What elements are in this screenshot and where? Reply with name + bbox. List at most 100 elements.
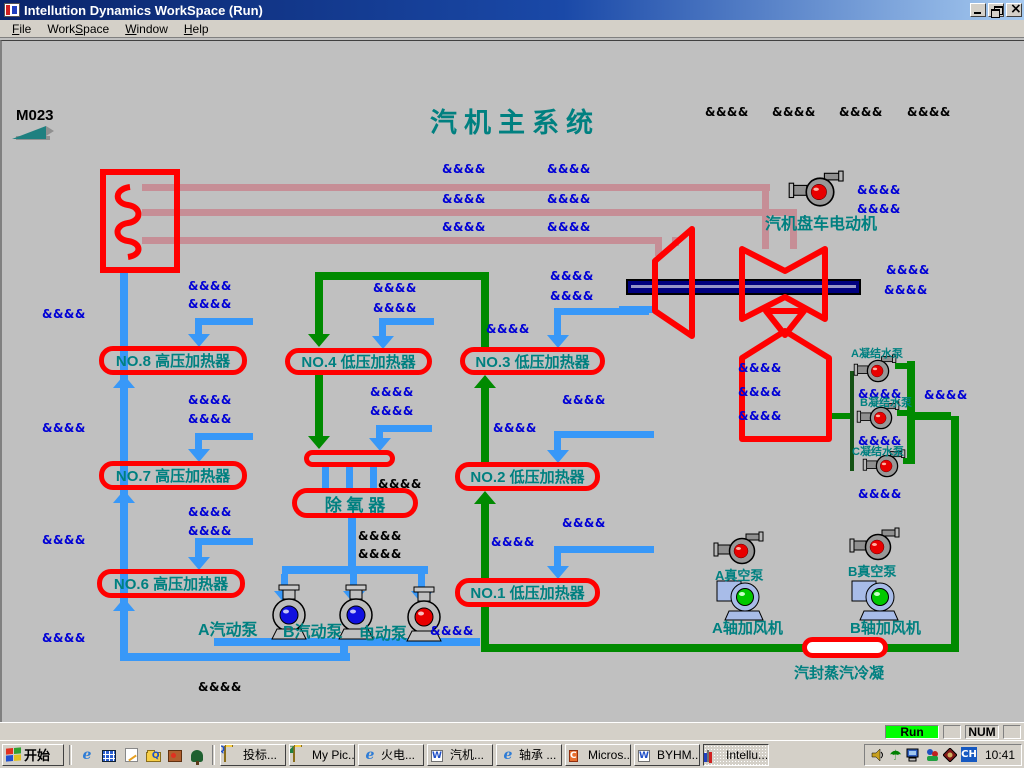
task-label: 轴承 ... [519, 746, 556, 763]
quicklaunch-notes-icon[interactable] [121, 744, 141, 766]
value-display: &&&& [550, 269, 594, 283]
menu-item-workspace[interactable]: WorkSpace [39, 21, 117, 37]
deaerator[interactable]: 除 氧 器 [292, 488, 418, 518]
value-display: &&&& [188, 297, 232, 311]
value-display: &&&& [547, 192, 591, 206]
task-button-micros[interactable]: CMicros... [565, 744, 631, 766]
equipment-label: B轴加风机 [850, 617, 921, 638]
vacuum-pump-a-icon[interactable] [714, 532, 763, 564]
value-display: &&&& [430, 624, 474, 638]
heater-no1[interactable]: NO.1 低压加热器 [455, 578, 600, 607]
restore-button[interactable] [988, 3, 1004, 17]
equipment-label: B真空泵 [848, 561, 896, 580]
taskbar-clock[interactable]: 10:41 [981, 748, 1015, 762]
heater-no3[interactable]: NO.3 低压加热器 [460, 347, 605, 375]
status-field [943, 725, 961, 739]
value-display: &&&& [550, 289, 594, 303]
separator [69, 745, 72, 765]
title-bar[interactable]: Intellution Dynamics WorkSpace (Run) [0, 0, 1024, 20]
value-display: &&&& [738, 385, 782, 399]
run-mode-indicator: Run [885, 725, 939, 739]
value-display: &&&& [907, 105, 951, 119]
value-display: &&&& [705, 105, 749, 119]
task-label: My Pic... [312, 748, 355, 762]
task-label: Micros... [588, 748, 631, 762]
gland-steam-condenser[interactable] [802, 637, 888, 658]
close-button[interactable] [1006, 3, 1022, 17]
value-display: &&&& [188, 393, 232, 407]
value-display: &&&& [373, 281, 417, 295]
equipment-label: A轴加风机 [712, 617, 783, 638]
mask-icon[interactable] [943, 748, 957, 762]
heater-no8[interactable]: NO.8 高压加热器 [99, 346, 247, 375]
value-display: &&&& [491, 535, 535, 549]
boiler[interactable] [100, 169, 180, 273]
equipment-label: 汽机盘车电动机 [765, 210, 877, 234]
value-display: &&&& [42, 421, 86, 435]
value-display: &&&& [42, 631, 86, 645]
task-button-mypic[interactable]: ◪My Pic... [289, 744, 355, 766]
value-display: &&&& [884, 283, 928, 297]
gland-exhaust-fan-b-icon[interactable] [852, 581, 898, 620]
value-display: &&&& [370, 385, 414, 399]
task-button-[interactable]: Q投标... [220, 744, 286, 766]
value-display: &&&& [442, 162, 486, 176]
value-display: &&&& [858, 487, 902, 501]
menu-item-file[interactable]: File [4, 21, 39, 37]
value-display: &&&& [188, 412, 232, 426]
start-label: 开始 [24, 745, 50, 764]
value-display: &&&& [857, 183, 901, 197]
window-title: Intellution Dynamics WorkSpace (Run) [24, 3, 263, 18]
equipment-label: B汽动泵 [283, 618, 343, 642]
value-display: &&&& [42, 307, 86, 321]
deaerator-head[interactable] [304, 450, 395, 467]
task-button-[interactable]: e火电... [358, 744, 424, 766]
system-tray: ☂ CH 10:41 [864, 744, 1022, 766]
equipment-label: 电动泵 [359, 620, 407, 644]
value-display: &&&& [772, 105, 816, 119]
volume-icon[interactable] [871, 748, 885, 762]
quicklaunch-folder-search-icon[interactable]: Q [143, 744, 163, 766]
heater-no4[interactable]: NO.4 低压加热器 [285, 348, 432, 375]
quicklaunch-desk-icon[interactable] [165, 744, 185, 766]
turning-gear-motor-icon[interactable] [789, 171, 843, 206]
equipment-label: A真空泵 [715, 565, 763, 584]
hmi-diagram: NO.8 高压加热器 NO.7 高压加热器 NO.6 高压加热器 NO.4 低压加热器… [2, 41, 1024, 722]
minimize-button[interactable] [970, 3, 986, 17]
users-icon[interactable] [925, 748, 939, 762]
equipment-label: A凝结水泵 [851, 345, 903, 361]
equipment-label: A汽动泵 [198, 616, 258, 640]
value-display: &&&& [188, 279, 232, 293]
start-button[interactable]: 开始 [2, 744, 64, 766]
value-display: &&&& [839, 105, 883, 119]
value-display: &&&& [442, 192, 486, 206]
quicklaunch-keypad-icon[interactable] [99, 744, 119, 766]
input-method-badge[interactable]: CH [961, 747, 977, 762]
value-display: &&&& [188, 505, 232, 519]
value-display: &&&& [370, 404, 414, 418]
app-icon [4, 3, 20, 17]
task-button-[interactable]: W汽机... [427, 744, 493, 766]
menu-item-help[interactable]: Help [176, 21, 217, 37]
task-label: Intellu... [726, 748, 768, 762]
task-button-byhm[interactable]: WBYHM... [634, 744, 700, 766]
heater-no2[interactable]: NO.2 低压加热器 [455, 462, 600, 491]
vacuum-pump-b-icon[interactable] [850, 528, 899, 560]
value-display: &&&& [198, 680, 242, 694]
heater-no7[interactable]: NO.7 高压加热器 [99, 461, 247, 490]
quicklaunch-ie-icon[interactable]: e [77, 744, 97, 766]
umbrella-icon[interactable]: ☂ [889, 747, 902, 763]
value-display: &&&& [358, 529, 402, 543]
value-display: &&&& [493, 421, 537, 435]
quicklaunch-tree-icon[interactable] [187, 744, 207, 766]
back-arrow-icon[interactable] [12, 126, 46, 139]
task-button-intellu[interactable]: Intellu... [703, 744, 769, 766]
menu-item-window[interactable]: Window [117, 21, 176, 37]
task-label: BYHM... [657, 748, 700, 762]
gland-exhaust-fan-a-icon[interactable] [717, 581, 763, 620]
value-display: &&&& [442, 220, 486, 234]
value-display: &&&& [378, 477, 422, 491]
heater-no6[interactable]: NO.6 高压加热器 [97, 569, 245, 598]
network-computer-icon[interactable] [906, 748, 921, 762]
task-button-[interactable]: e轴承 ... [496, 744, 562, 766]
